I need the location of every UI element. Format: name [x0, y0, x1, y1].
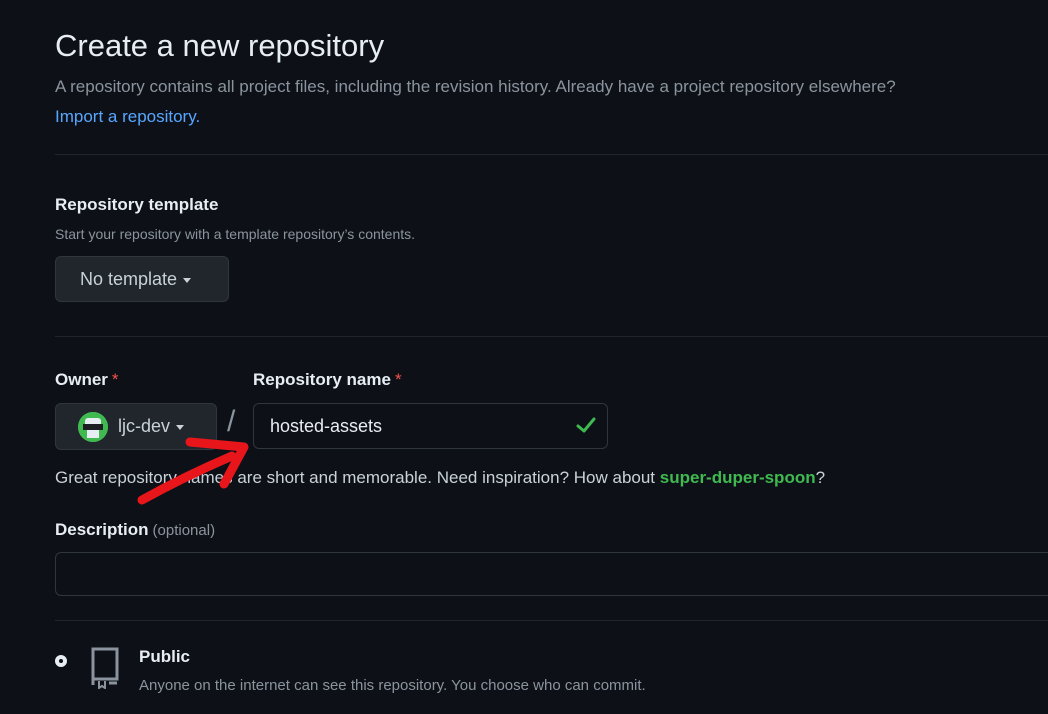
repo-name-hint: Great repository names are short and mem… [55, 468, 825, 488]
repo-name-input[interactable]: hosted-assets [253, 403, 608, 449]
divider [55, 620, 1048, 621]
optional-tag: (optional) [152, 522, 216, 539]
import-repository-link[interactable]: Import a repository. [55, 107, 200, 127]
avatar [78, 411, 108, 442]
template-label: Repository template [55, 195, 219, 214]
owner-value: ljc-dev [118, 416, 171, 436]
public-radio[interactable] [55, 655, 67, 667]
required-mark: * [111, 370, 119, 389]
public-option-label: Public [139, 647, 191, 666]
checkmark-icon [575, 414, 597, 441]
divider [55, 154, 1048, 155]
name-suggestion-link[interactable]: super-duper-spoon [660, 468, 816, 487]
repo-book-icon [87, 645, 123, 694]
owner-repo-separator: / [227, 405, 236, 438]
repo-name-label: Repository name * [253, 370, 402, 390]
chevron-down-icon [183, 277, 192, 283]
template-select-label: No template [80, 268, 178, 289]
required-mark: * [394, 370, 402, 389]
owner-select-button[interactable]: ljc-dev [55, 403, 217, 450]
template-hint: Start your repository with a template re… [55, 226, 416, 242]
create-repository-page: Create a new repository A repository con… [0, 0, 1048, 714]
page-title: Create a new repository [55, 28, 385, 63]
public-option-hint: Anyone on the internet can see this repo… [139, 677, 646, 694]
repo-name-label-text: Repository name [253, 370, 391, 389]
divider [55, 336, 1048, 337]
owner-label-text: Owner [55, 370, 108, 389]
template-select-button[interactable]: No template [55, 256, 229, 302]
description-label-text: Description [55, 520, 149, 539]
repo-name-value: hosted-assets [270, 415, 383, 436]
intro-text: A repository contains all project files,… [55, 77, 896, 96]
chevron-down-icon [176, 425, 185, 430]
owner-label: Owner * [55, 370, 119, 390]
repo-name-hint-suffix: ? [815, 468, 826, 487]
repo-name-hint-text: Great repository names are short and mem… [55, 468, 660, 487]
description-input[interactable] [55, 552, 1048, 596]
description-label: Description (optional) [55, 520, 215, 540]
